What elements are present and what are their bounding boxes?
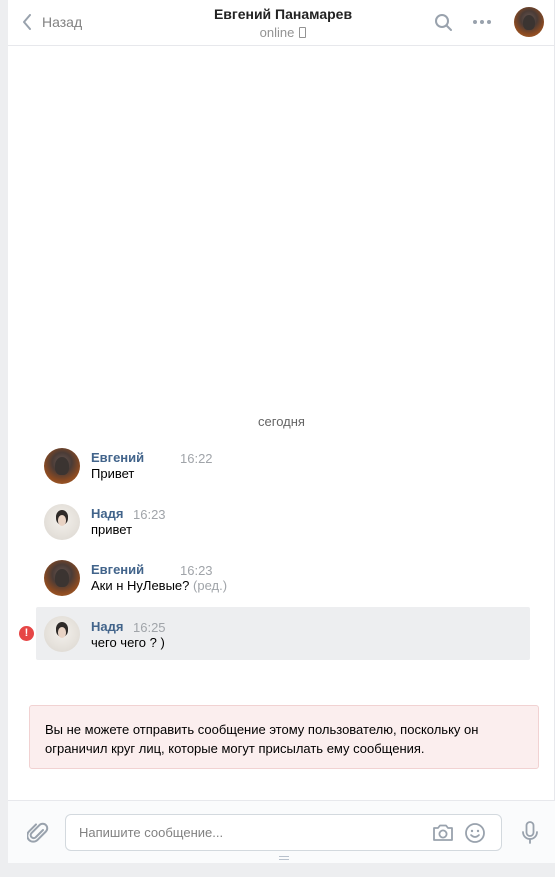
chat-window: Назад Евгений Панамарев online сегодня Е… [8,0,555,863]
author-name[interactable]: Евгений [91,562,144,577]
voice-button[interactable] [521,820,539,846]
attach-button[interactable] [26,821,49,845]
message-time[interactable]: 16:22 [180,451,213,466]
paperclip-icon [26,822,49,843]
message-time[interactable]: 16:25 [133,620,166,635]
avatar[interactable] [44,616,80,652]
author-name[interactable]: Надя [91,619,123,634]
message-composer [8,800,555,863]
contact-avatar[interactable] [514,7,544,37]
edited-mark: (ред.) [193,578,228,593]
message-body: Аки н НуЛевые? [91,578,190,593]
contact-info[interactable]: Евгений Панамарев online [158,6,408,41]
avatar[interactable] [44,504,80,540]
status-text: online [259,25,295,40]
back-button[interactable]: Назад [22,11,82,33]
message-item-selected[interactable]: Надя 16:25 чего чего ? ) [36,607,530,660]
search-icon [435,14,452,31]
message-body: Привет [91,466,135,481]
avatar[interactable] [44,448,80,484]
message-body: привет [91,522,133,537]
emoji-icon [465,823,485,843]
mobile-icon [299,27,307,38]
search-button[interactable] [433,12,455,34]
photo-button[interactable] [431,822,455,844]
message-time[interactable]: 16:23 [133,507,166,522]
message-item[interactable]: Надя 16:23 привет [36,504,530,556]
author-name[interactable]: Евгений [91,450,144,465]
camera-icon [433,824,453,841]
message-item[interactable]: Евгений 16:23 Аки н НуЛевые? (ред.) [36,560,530,612]
message-text: Привет [91,466,134,481]
back-label: Назад [42,14,83,30]
author-name[interactable]: Надя [91,506,123,521]
more-icon [473,20,491,24]
message-time[interactable]: 16:23 [180,563,213,578]
message-text: привет [91,522,132,537]
resize-handle[interactable] [279,856,289,862]
contact-name[interactable]: Евгений Панамарев [158,6,408,23]
restriction-notice: Вы не можете отправить сообщение этому п… [29,705,539,769]
message-item[interactable]: Евгений 16:22 Привет [36,448,530,500]
message-input[interactable] [79,823,419,841]
chevron-left-icon [23,14,31,30]
more-button[interactable] [471,12,493,34]
message-text: чего чего ? ) [91,635,165,650]
chat-header: Назад Евгений Панамарев online [8,0,555,46]
error-icon[interactable]: ! [19,626,34,641]
microphone-icon [522,821,538,844]
emoji-button[interactable] [464,822,486,844]
date-separator: сегодня [258,414,305,429]
avatar[interactable] [44,560,80,596]
message-input-box[interactable] [65,814,502,851]
online-status: online [158,24,408,41]
message-text: Аки н НуЛевые? (ред.) [91,578,227,593]
message-body: чего чего ? ) [91,635,165,650]
